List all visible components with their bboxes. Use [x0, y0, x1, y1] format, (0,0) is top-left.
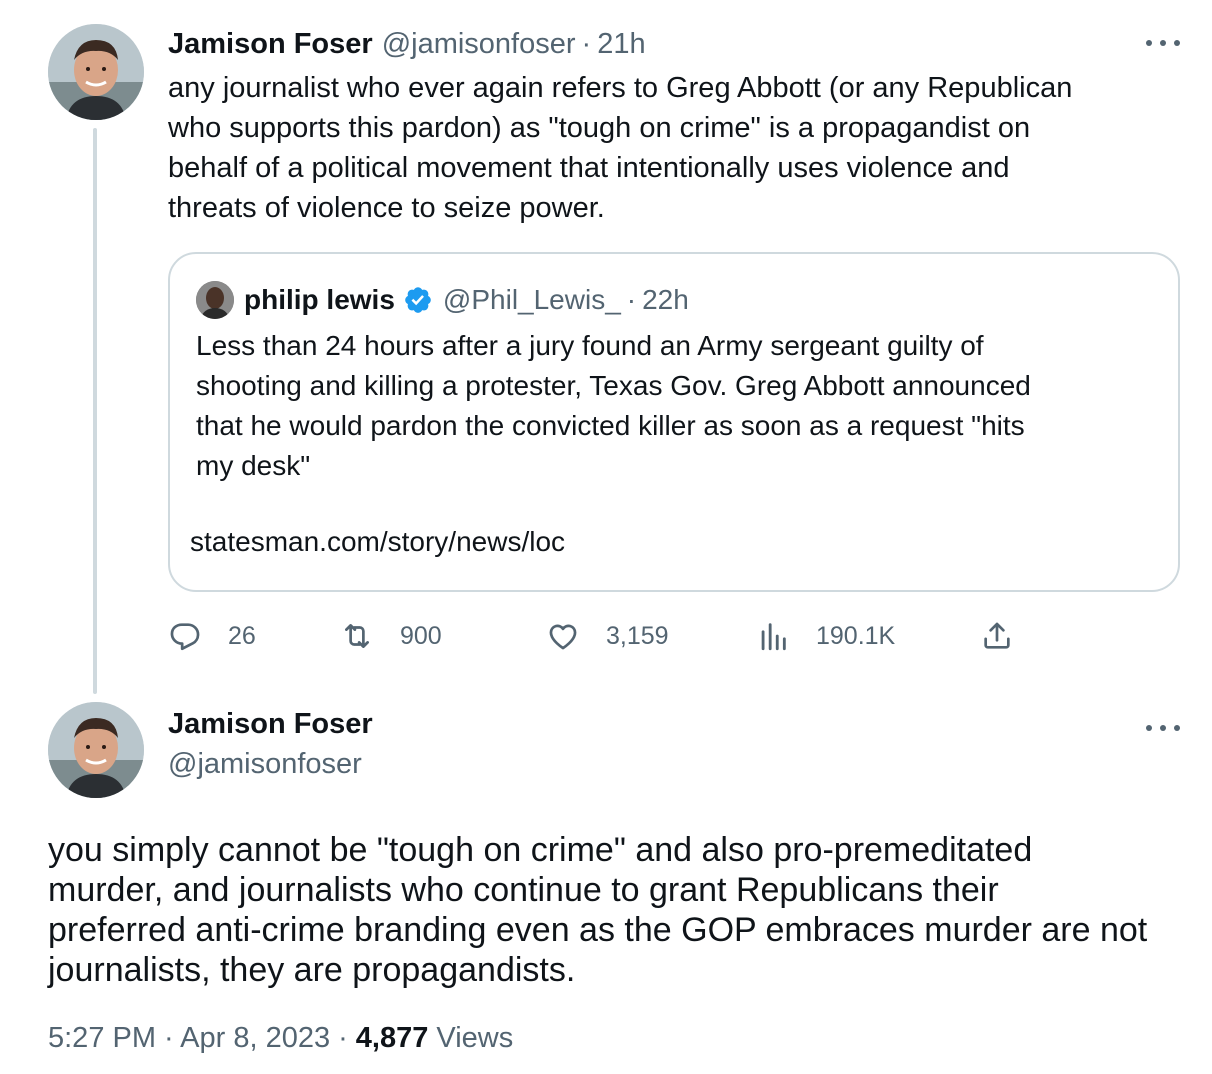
like-count: 3,159 [606, 621, 669, 650]
avatar-jamison-foser[interactable] [48, 24, 144, 120]
quoted-tweet-card[interactable]: philip lewis @Phil_Lewis_ · 22h Less tha… [168, 252, 1180, 592]
reply-icon [170, 623, 200, 651]
tweet2-more-icon[interactable] [1146, 723, 1180, 733]
tweet2-text: you simply cannot be "tough on crime" an… [48, 831, 1148, 989]
tweet1-display-name[interactable]: Jamison Foser [168, 28, 373, 61]
quoted-display-name[interactable]: philip lewis [244, 284, 395, 316]
tweet1-action-bar: 26 900 3,159 190.1K [168, 612, 1068, 660]
views-count: 190.1K [816, 621, 896, 650]
share-button[interactable] [980, 612, 1040, 660]
retweet-icon [345, 624, 369, 648]
tweet2-views-count: 4,877 [355, 1022, 429, 1054]
share-icon [984, 622, 1010, 649]
tweet2-handle[interactable]: @jamisonfoser [168, 748, 362, 781]
tweet1-text: any journalist who ever again refers to … [168, 72, 1073, 224]
verified-badge-icon [405, 287, 431, 313]
tweet1-header: Jamison Foser @jamisonfoser · 21h [168, 26, 646, 62]
quoted-separator: · [626, 284, 637, 315]
quoted-handle[interactable]: @Phil_Lewis_ [443, 284, 621, 316]
tweet1-separator: · [581, 27, 592, 60]
retweet-count: 900 [400, 621, 442, 650]
reply-button[interactable]: 26 [168, 612, 256, 660]
quoted-tweet-link[interactable]: statesman.com/story/news/loc [190, 526, 565, 558]
tweet1-handle[interactable]: @jamisonfoser [382, 28, 576, 61]
reply-count: 26 [228, 621, 256, 650]
tweet1-more-icon[interactable] [1146, 38, 1180, 48]
views-button[interactable]: 190.1K [756, 612, 895, 660]
views-icon [761, 623, 786, 651]
like-button[interactable]: 3,159 [546, 612, 669, 660]
thread-connector-line [93, 128, 97, 694]
tweet1-time[interactable]: 21h [597, 28, 645, 61]
quoted-tweet-header: philip lewis @Phil_Lewis_ · 22h [196, 280, 689, 320]
tweet2-display-name[interactable]: Jamison Foser [168, 708, 373, 741]
tweet2-views-label: Views [436, 1022, 514, 1054]
avatar-jamison-foser-2[interactable] [48, 702, 144, 798]
tweet2-timestamp[interactable]: 5:27 PM · Apr 8, 2023 [48, 1022, 330, 1055]
quoted-time[interactable]: 22h [642, 284, 689, 316]
tweet2-metadata: 5:27 PM · Apr 8, 2023 · 4,877 Views [48, 1022, 513, 1055]
tweet2-separator: · [338, 1022, 348, 1054]
like-icon [549, 624, 577, 650]
retweet-button[interactable]: 900 [340, 612, 442, 660]
avatar-philip-lewis[interactable] [196, 281, 234, 319]
quoted-tweet-text: Less than 24 hours after a jury found an… [196, 330, 1031, 481]
